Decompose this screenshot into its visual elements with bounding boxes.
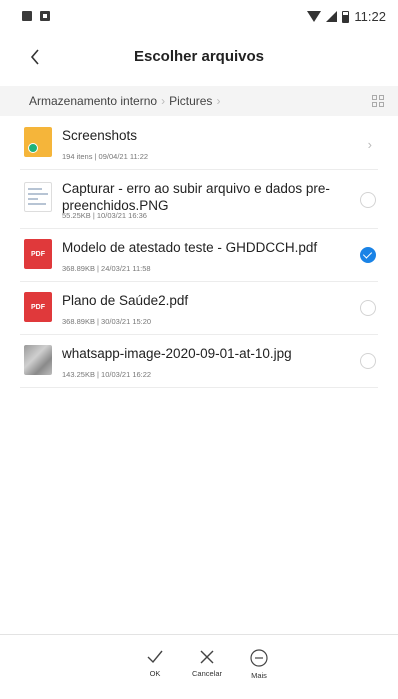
wifi-icon <box>307 11 322 22</box>
more-icon <box>250 649 268 667</box>
grid-view-icon[interactable] <box>372 95 384 107</box>
file-list: Screenshots 194 itens | 09/04/21 11:22 ›… <box>0 117 398 388</box>
select-radio[interactable] <box>360 353 376 369</box>
image-thumbnail-icon <box>24 182 52 212</box>
folder-icon <box>24 127 52 157</box>
chevron-right-icon: › <box>367 137 372 152</box>
app-notification-icon <box>40 11 50 21</box>
file-name: Modelo de atestado teste - GHDDCCH.pdf <box>62 240 318 255</box>
file-name: Plano de Saúde2.pdf <box>62 293 189 308</box>
file-meta: 194 itens | 09/04/21 11:22 <box>62 152 149 161</box>
list-item[interactable]: Capturar - erro ao subir arquivo e dados… <box>20 170 378 229</box>
select-radio[interactable] <box>360 192 376 208</box>
bottom-action-bar: OK Cancelar Mais <box>0 634 398 699</box>
list-item[interactable]: whatsapp-image-2020-09-01-at-10.jpg 143.… <box>20 335 378 388</box>
file-meta: 55.25KB | 10/03/21 16:36 <box>62 211 147 220</box>
file-meta: 368.89KB | 24/03/21 11:58 <box>62 264 151 273</box>
page-title: Escolher arquivos <box>133 48 265 65</box>
system-icons: 11:22 <box>307 9 386 24</box>
list-item-folder[interactable]: Screenshots 194 itens | 09/04/21 11:22 › <box>20 117 378 170</box>
pdf-icon: PDF <box>24 239 52 269</box>
gallery-notification-icon <box>22 11 32 21</box>
header: Escolher arquivos <box>0 34 398 82</box>
select-radio-checked[interactable] <box>360 247 376 263</box>
status-time: 11:22 <box>354 9 386 24</box>
status-bar: 11:22 <box>0 0 398 34</box>
file-meta: 368.89KB | 30/03/21 15:20 <box>62 317 152 326</box>
chevron-right-icon: › <box>216 94 221 108</box>
file-name: Screenshots <box>62 128 138 143</box>
photo-thumbnail-icon <box>24 345 52 375</box>
ok-button[interactable]: OK <box>130 649 180 678</box>
list-item[interactable]: PDF Modelo de atestado teste - GHDDCCH.p… <box>20 229 378 282</box>
ok-label: OK <box>149 669 161 678</box>
more-button[interactable]: Mais <box>234 649 284 680</box>
more-label: Mais <box>251 671 267 680</box>
breadcrumb-item-pictures[interactable]: Pictures › <box>169 94 224 108</box>
cancel-label: Cancelar <box>191 669 222 678</box>
file-meta: 143.25KB | 10/03/21 16:22 <box>62 370 152 379</box>
battery-icon <box>342 10 350 23</box>
breadcrumb-item-internal-storage[interactable]: Armazenamento interno › <box>29 94 169 108</box>
chevron-right-icon: › <box>161 94 166 108</box>
breadcrumb: Armazenamento interno › Pictures › <box>0 86 398 116</box>
close-icon <box>200 650 214 664</box>
pdf-icon: PDF <box>24 292 52 322</box>
select-radio[interactable] <box>360 300 376 316</box>
list-item[interactable]: PDF Plano de Saúde2.pdf 368.89KB | 30/03… <box>20 282 378 335</box>
signal-icon <box>326 11 338 22</box>
file-name: whatsapp-image-2020-09-01-at-10.jpg <box>62 346 292 361</box>
cancel-button[interactable]: Cancelar <box>182 649 232 678</box>
notification-icons <box>22 11 50 21</box>
file-name: Capturar - erro ao subir arquivo e dados… <box>62 181 330 213</box>
check-icon <box>147 650 163 664</box>
